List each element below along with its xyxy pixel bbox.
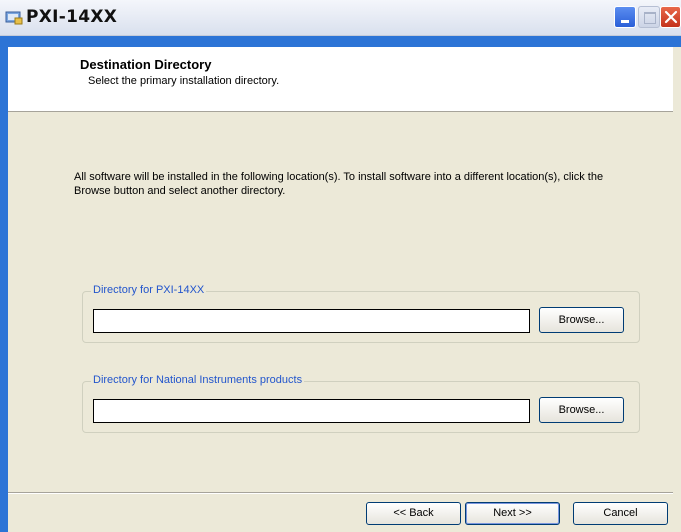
next-button[interactable]: Next >> xyxy=(465,502,560,525)
page-subtitle: Select the primary installation director… xyxy=(88,75,280,87)
directory-group-pxi: Directory for PXI-14XX Browse... xyxy=(82,284,640,343)
instructions-text: All software will be installed in the fo… xyxy=(74,171,604,197)
directory-group-ni-products: Directory for National Instruments produ… xyxy=(82,374,640,433)
footer-divider xyxy=(8,492,673,494)
minimize-icon xyxy=(621,20,629,23)
directory-label: Directory for PXI-14XX xyxy=(91,284,207,296)
maximize-icon xyxy=(644,12,656,24)
window-title: PXI-14XX xyxy=(26,7,118,27)
browse-button[interactable]: Browse... xyxy=(539,397,624,423)
close-icon xyxy=(664,10,678,24)
page-title: Destination Directory xyxy=(80,57,212,72)
window-frame-top xyxy=(0,36,681,47)
minimize-button[interactable] xyxy=(614,6,636,28)
title-bar[interactable]: PXI-14XX xyxy=(0,0,681,36)
wizard-header: Destination Directory Select the primary… xyxy=(8,47,673,112)
close-button[interactable] xyxy=(660,6,681,28)
directory-input[interactable] xyxy=(93,399,530,423)
window-frame-right xyxy=(673,47,681,532)
installer-icon xyxy=(5,9,23,25)
directory-label: Directory for National Instruments produ… xyxy=(91,374,305,386)
browse-button[interactable]: Browse... xyxy=(539,307,624,333)
maximize-button[interactable] xyxy=(638,6,660,28)
cancel-button[interactable]: Cancel xyxy=(573,502,668,525)
back-button[interactable]: << Back xyxy=(366,502,461,525)
window-frame-left xyxy=(0,47,8,532)
directory-input[interactable] xyxy=(93,309,530,333)
